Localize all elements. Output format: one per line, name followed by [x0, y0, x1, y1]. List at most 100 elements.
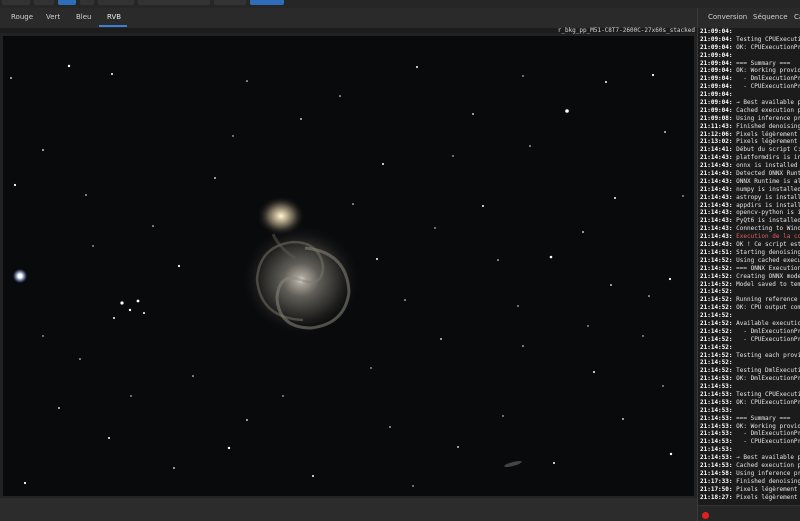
log-message: Testing CPUExecution: [736, 35, 800, 43]
log-message: → Best available pro: [736, 99, 800, 107]
image-canvas[interactable]: [3, 36, 694, 496]
log-line: 21:09:04: - CPUExecutionProv: [700, 83, 800, 91]
toolbar-button[interactable]: [2, 0, 30, 5]
log-line: 21:14:53: OK: DmlExecutionProv: [700, 375, 800, 383]
log-message: Cached execution pro: [736, 106, 800, 114]
log-timestamp: 21:14:52:: [700, 304, 733, 312]
log-message: Finished denoising: [732, 477, 800, 485]
log-message: Creating ONNX model: [732, 272, 800, 280]
log-line: 21:14:43: OK ! Ce script est c: [700, 241, 800, 249]
log-timestamp: 21:14:53:: [700, 422, 733, 430]
log-message: Connecting to Window: [736, 225, 800, 233]
log-message: OK: Working provider: [736, 422, 800, 430]
log-timestamp: 21:14:53:: [700, 406, 733, 414]
log-timestamp: 21:14:52:: [700, 312, 733, 320]
log-message: - DmlExecutionProv: [743, 430, 800, 438]
log-message: opencv-python is ins: [736, 209, 800, 217]
log-timestamp: 21:14:52:: [700, 327, 733, 335]
log-line: 21:14:52:: [700, 359, 800, 367]
log-timestamp: 21:14:52:: [700, 335, 733, 343]
active-tab-indicator: [99, 25, 127, 27]
log-timestamp: 21:14:43:: [700, 201, 733, 209]
astro-image: [10, 64, 684, 487]
log-message: - CPUExecutionProv: [743, 83, 800, 91]
tab-conversion[interactable]: Conversion: [708, 13, 747, 21]
toolbar-button[interactable]: [98, 0, 134, 5]
toolbar-button-active[interactable]: [250, 0, 284, 5]
log-line: 21:14:53: Testing CPUExecution: [700, 391, 800, 399]
log-line: 21:14:52: Model saved to tempo: [700, 281, 800, 289]
log-timestamp: 21:14:43:: [700, 170, 733, 178]
log-line: 21:09:04: OK: Working provider: [700, 67, 800, 75]
log-line: 21:14:53:: [700, 446, 800, 454]
log-line: 21:14:43: appdirs is installed: [700, 202, 800, 210]
log-line: 21:14:43: opencv-python is ins: [700, 209, 800, 217]
log-timestamp: 21:14:41:: [700, 146, 733, 154]
log-line: 21:14:43: Detected ONNX Runtim: [700, 170, 800, 178]
log-message: OK: CPUExecutionProv: [736, 43, 800, 51]
status-bar: [0, 498, 697, 521]
log-message: appdirs is installed: [736, 201, 800, 209]
log-line: 21:14:52: Using cached executi: [700, 257, 800, 265]
log-timestamp: 21:14:52:: [700, 343, 733, 351]
log-message: Cached execution pro: [736, 461, 800, 469]
log-timestamp: 21:09:04:: [700, 28, 733, 35]
log-message: Detected ONNX Runtim: [736, 170, 800, 178]
tab-sequence[interactable]: Séquence: [753, 13, 788, 21]
log-timestamp: 21:14:53:: [700, 454, 733, 462]
log-message: Finished denoising: [732, 122, 800, 130]
toolbar-button[interactable]: [138, 0, 210, 5]
log-line: 21:09:04: Cached execution pro: [700, 107, 800, 115]
tab-red[interactable]: Rouge: [11, 13, 33, 21]
log-timestamp: 21:14:53:: [700, 438, 733, 446]
log-message: Pixels légèrement ha: [736, 493, 798, 501]
log-line: 21:14:43: PyQt6 is installed: [700, 217, 800, 225]
tab-rgb[interactable]: RVB: [107, 13, 121, 21]
log-timestamp: 21:17:50:: [700, 485, 733, 493]
log-line: 21:14:43: Connecting to Window: [700, 225, 800, 233]
log-line: 21:14:53:: [700, 407, 800, 415]
log-timestamp: 21:12:06:: [700, 130, 733, 138]
log-line: 21:14:52:: [700, 344, 800, 352]
log-timestamp: 21:14:52:: [700, 319, 733, 327]
log-timestamp: 21:14:43:: [700, 185, 733, 193]
log-message: OK: Working provider: [736, 67, 800, 75]
log-line: 21:14:53: OK: CPUExecutionProv: [700, 399, 800, 407]
log-message: - DmlExecutionProv: [743, 75, 800, 83]
log-line: 21:14:52: - CPUExecutionProv: [700, 336, 800, 344]
log-timestamp: 21:14:52:: [700, 272, 733, 280]
log-line: 21:09:04:: [700, 28, 800, 36]
log-line: 21:14:43: ONNX Runtime is alre: [700, 178, 800, 186]
log-timestamp: 21:09:04:: [700, 35, 733, 43]
log-line: 21:14:43: numpy is installed: [700, 186, 800, 194]
log-timestamp: 21:17:33:: [700, 477, 733, 485]
log-timestamp: 21:09:04:: [700, 91, 733, 99]
toolbar-button[interactable]: [80, 0, 94, 5]
log-message: OK: CPUExecutionProv: [736, 398, 800, 406]
toolbar-button[interactable]: [214, 0, 246, 5]
log-message: === Summary ===: [732, 59, 791, 67]
log-timestamp: 21:14:58:: [700, 469, 733, 477]
log-message: PyQt6 is installed: [732, 217, 800, 225]
log-line: 21:14:43: onnx is installed: [700, 162, 800, 170]
galaxy-m51: [241, 196, 361, 336]
log-timestamp: 21:14:43:: [700, 225, 733, 233]
log-line: 21:14:41: Début du script C:\: [700, 146, 800, 154]
image-viewer: Rouge Vert Bleu RVB r_bkg_pp_M51-C8T7-26…: [0, 8, 697, 521]
toolbar-button-active[interactable]: [58, 0, 76, 5]
log-timestamp: 21:09:04:: [700, 67, 733, 75]
top-toolbar: [0, 0, 800, 8]
log-timestamp: 21:14:43:: [700, 217, 733, 225]
log-timestamp: 21:14:52:: [700, 264, 733, 272]
log-output[interactable]: 21:09:04:21:09:04: Testing CPUExecution2…: [698, 28, 800, 505]
tab-calibration[interactable]: Ca: [794, 13, 800, 21]
log-line: 21:09:04: Testing CPUExecution: [700, 36, 800, 44]
toolbar-button[interactable]: [34, 0, 54, 5]
image-file-name: r_bkg_pp_M51-C8T7-2600C-27x60s_stacked: [557, 27, 695, 34]
log-message: - CPUExecutionProv: [743, 438, 800, 446]
log-line: 21:14:51: Starting denoising: [700, 249, 800, 257]
console-panel: Conversion Séquence Ca 21:09:04:21:09:04…: [697, 8, 800, 521]
tab-green[interactable]: Vert: [46, 13, 60, 21]
tab-blue[interactable]: Bleu: [76, 13, 92, 21]
log-message: Pixels légèrement ha: [736, 485, 798, 493]
